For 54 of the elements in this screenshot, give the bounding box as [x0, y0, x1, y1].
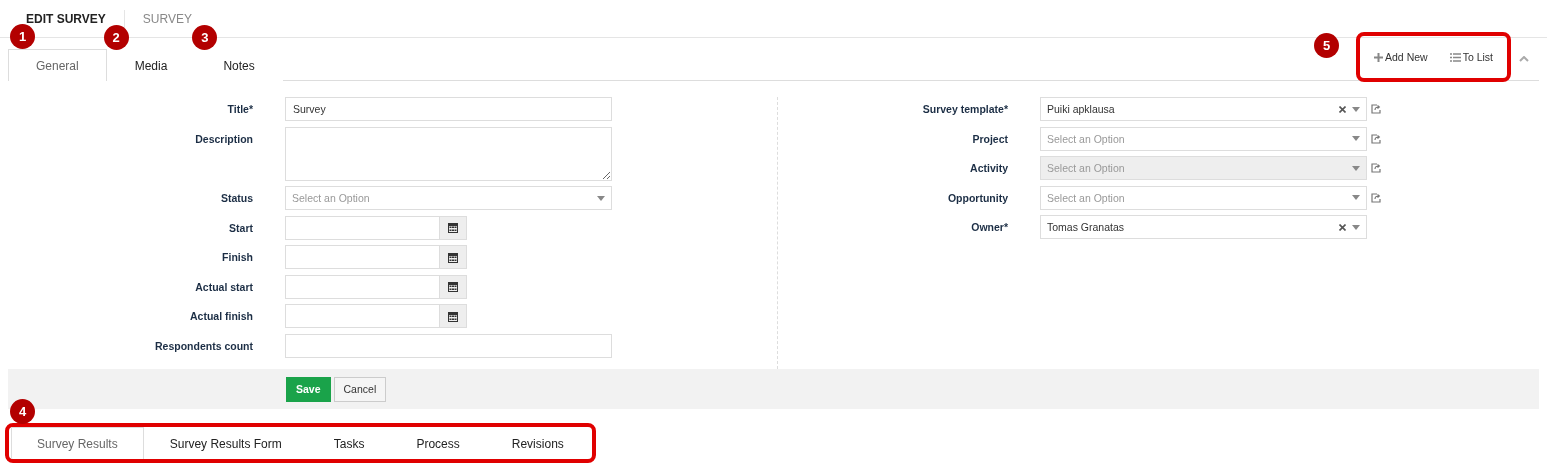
- calendar-icon: [448, 251, 458, 263]
- bottom-tab[interactable]: Revisions: [485, 427, 590, 459]
- field-label: Project: [971, 131, 1008, 145]
- field-label: Survey template*: [921, 102, 1008, 115]
- clear-icon[interactable]: [1339, 105, 1346, 113]
- bottom-tab[interactable]: Survey Results: [11, 427, 144, 459]
- bottom-tab[interactable]: Survey Results Form: [143, 427, 308, 459]
- number-badge: 3: [192, 25, 218, 50]
- external-link-icon[interactable]: [1371, 133, 1381, 144]
- field-label: Actual start: [194, 279, 253, 293]
- caret-icon: [1352, 195, 1360, 200]
- list-icon: [1449, 52, 1461, 62]
- cancel-button[interactable]: Cancel: [333, 376, 387, 402]
- field-label: Opportunity: [946, 190, 1008, 204]
- calendar-icon: [448, 281, 458, 292]
- field-label: Title*: [226, 102, 253, 115]
- section-tab[interactable]: General: [8, 49, 107, 81]
- plus-icon: [1374, 52, 1384, 62]
- external-link-icon[interactable]: [1371, 104, 1381, 114]
- text-field[interactable]: [285, 333, 612, 358]
- add-new-link[interactable]: Add New: [1374, 51, 1428, 63]
- collapse-icon[interactable]: [1519, 56, 1529, 62]
- date-field[interactable]: [285, 215, 467, 240]
- number-badge: 1: [10, 24, 35, 49]
- caret-icon: [1352, 136, 1360, 141]
- caret-icon: [597, 195, 605, 201]
- field-label: Respondents count: [154, 338, 253, 352]
- textarea-field[interactable]: [285, 126, 612, 181]
- field-label: Activity: [969, 161, 1008, 174]
- date-field[interactable]: [285, 274, 467, 299]
- calendar-icon: [448, 222, 458, 233]
- field-label: Description: [194, 131, 253, 145]
- clear-icon[interactable]: [1339, 223, 1346, 231]
- field-label: Start: [228, 220, 253, 234]
- caret-icon: [1352, 165, 1360, 171]
- field-label: Finish: [221, 250, 253, 263]
- page-tab[interactable]: SURVEY: [124, 10, 210, 28]
- caret-icon: [1352, 106, 1360, 112]
- field-label: Status: [219, 191, 253, 204]
- select-field[interactable]: Tomas Granatas: [1040, 215, 1367, 239]
- number-badge: 5: [1314, 33, 1340, 58]
- number-badge: 2: [103, 25, 129, 50]
- calendar-icon: [448, 310, 458, 322]
- text-field[interactable]: Survey: [285, 97, 612, 121]
- caret-icon: [1352, 224, 1360, 230]
- field-label: Actual finish: [189, 309, 253, 322]
- select-field[interactable]: Puiki apklausa: [1040, 97, 1367, 121]
- bottom-tab[interactable]: Process: [390, 427, 486, 459]
- bottom-tab[interactable]: Tasks: [307, 427, 391, 459]
- external-link-icon[interactable]: [1371, 192, 1381, 203]
- date-field[interactable]: [285, 245, 467, 269]
- date-field[interactable]: [285, 304, 467, 328]
- field-label: Owner*: [970, 220, 1008, 233]
- to-list-link[interactable]: To List: [1449, 51, 1493, 63]
